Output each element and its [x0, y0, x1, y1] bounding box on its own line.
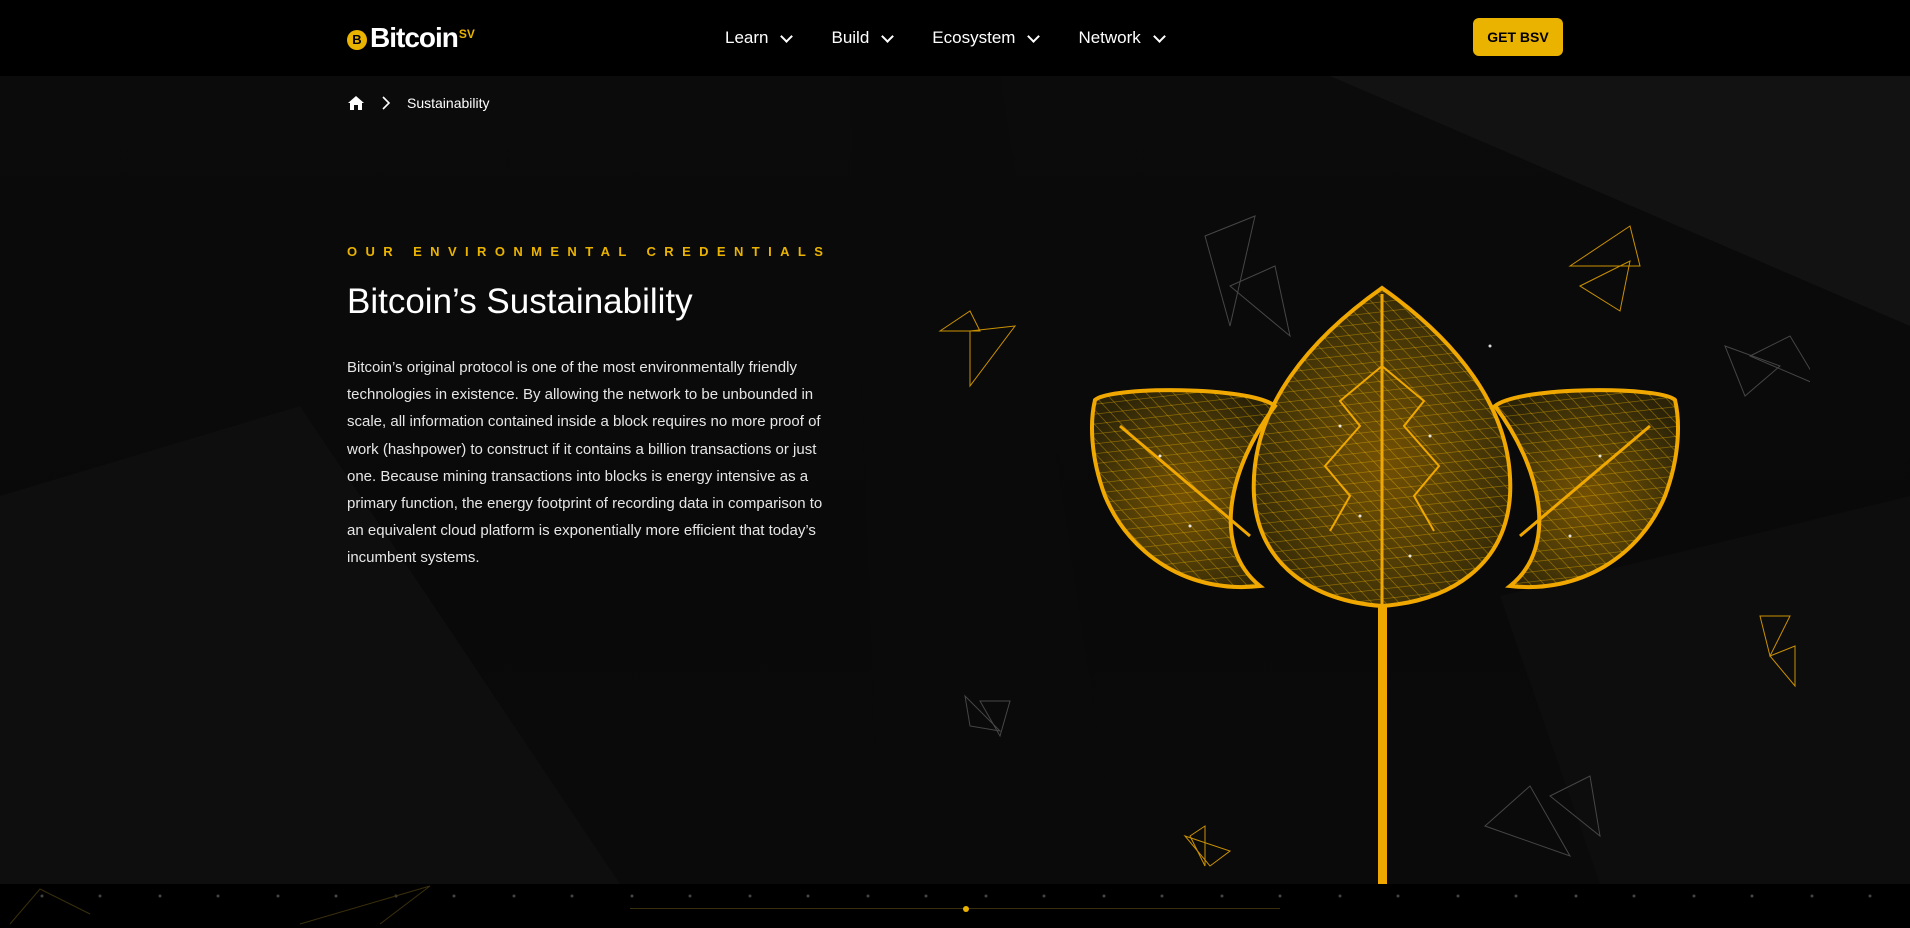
- progress-indicator[interactable]: [963, 906, 969, 912]
- chevron-down-icon: [780, 29, 794, 43]
- nav-item-learn[interactable]: Learn: [725, 28, 794, 48]
- nav-item-network[interactable]: Network: [1078, 28, 1166, 48]
- decorative-dots: [9, 885, 1872, 925]
- get-bsv-button[interactable]: GET BSV: [1473, 18, 1563, 56]
- home-icon[interactable]: [347, 94, 365, 112]
- chevron-down-icon: [881, 29, 895, 43]
- golden-low-poly-leaves-icon: [938, 215, 1810, 884]
- page-title: Bitcoin’s Sustainability: [347, 282, 693, 321]
- bitcoin-sv-logo[interactable]: B Bitcoin SV: [347, 24, 475, 52]
- section-progress-strip: [0, 884, 1910, 928]
- chevron-right-icon: [382, 96, 391, 110]
- nav-item-label: Build: [831, 28, 870, 47]
- nav-item-label: Network: [1078, 28, 1141, 47]
- chevron-down-icon: [1027, 29, 1041, 43]
- chevron-down-icon: [1152, 29, 1166, 43]
- nav-item-label: Learn: [725, 28, 769, 47]
- breadcrumb-current: Sustainability: [407, 95, 490, 111]
- breadcrumb: Sustainability: [347, 94, 490, 112]
- hero-section: Sustainability OUR ENVIRONMENTAL CREDENT…: [0, 76, 1910, 884]
- bitcoin-coin-icon: B: [347, 30, 367, 50]
- logo-suffix: SV: [458, 27, 475, 41]
- logo-wordmark: Bitcoin: [370, 22, 459, 53]
- progress-track: [630, 908, 1280, 909]
- nav-item-label: Ecosystem: [932, 28, 1016, 47]
- site-header: B Bitcoin SV Learn Build Ecosystem Netwo…: [0, 0, 1910, 76]
- nav-item-build[interactable]: Build: [831, 28, 895, 48]
- hero-body-text: Bitcoin’s original protocol is one of th…: [347, 359, 823, 567]
- nav-item-ecosystem[interactable]: Ecosystem: [932, 28, 1041, 48]
- section-eyebrow: OUR ENVIRONMENTAL CREDENTIALS: [347, 244, 832, 259]
- main-nav: Learn Build Ecosystem Network: [725, 28, 1204, 48]
